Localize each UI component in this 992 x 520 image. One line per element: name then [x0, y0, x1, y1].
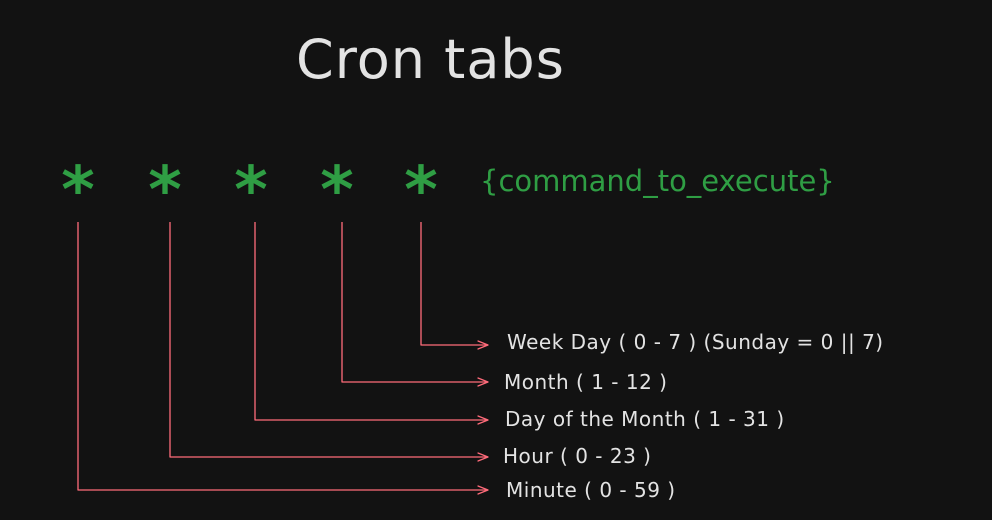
field-label-minute: Minute ( 0 - 59 ): [506, 478, 676, 502]
connector-week-day: [420, 222, 488, 346]
asterisk-week-day: *: [404, 154, 437, 228]
connector-hour: [169, 222, 488, 458]
field-label-hour: Hour ( 0 - 23 ): [503, 444, 652, 468]
asterisk-group: * * * * *: [61, 154, 437, 228]
asterisk-month: *: [320, 154, 353, 228]
command-placeholder: {command_to_execute}: [480, 164, 835, 198]
asterisk-hour: *: [148, 154, 181, 228]
connector-minute: [77, 222, 488, 491]
connector-month: [341, 222, 488, 383]
diagram-title: Cron tabs: [296, 28, 565, 91]
connector-group: [77, 222, 489, 495]
field-label-day-of-month: Day of the Month ( 1 - 31 ): [505, 407, 785, 431]
field-label-week-day: Week Day ( 0 - 7 ) (Sunday = 0 || 7): [507, 330, 884, 354]
asterisk-day-of-month: *: [234, 154, 267, 228]
asterisk-minute: *: [61, 154, 94, 228]
connector-day-of-month: [254, 222, 488, 421]
field-label-month: Month ( 1 - 12 ): [504, 370, 668, 394]
